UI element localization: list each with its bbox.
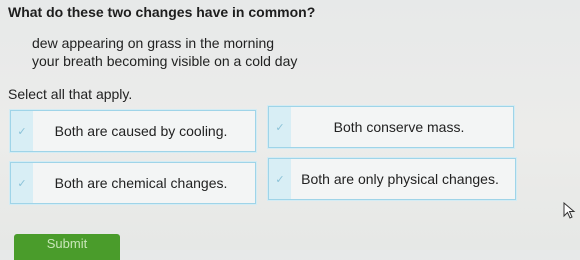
choice-label: Both are chemical changes. <box>54 175 228 191</box>
changes-list: dew appearing on grass in the morning yo… <box>32 34 297 70</box>
choice-physical-changes[interactable]: ✓ Both are only physical changes. <box>268 158 516 200</box>
check-icon: ✓ <box>11 163 33 203</box>
choice-label: Both are caused by cooling. <box>54 123 228 139</box>
choice-caused-by-cooling[interactable]: ✓ Both are caused by cooling. <box>10 110 256 152</box>
change-item-1: dew appearing on grass in the morning <box>32 35 275 51</box>
choice-conserve-mass[interactable]: ✓ Both conserve mass. <box>268 106 514 148</box>
change-item-2: your breath becoming visible on a cold d… <box>32 53 298 69</box>
choice-label: Both conserve mass. <box>333 119 465 135</box>
submit-button[interactable]: Submit <box>14 234 120 260</box>
check-icon: ✓ <box>269 159 291 199</box>
check-icon: ✓ <box>269 107 291 147</box>
question-text: What do these two changes have in common… <box>8 4 316 20</box>
check-icon: ✓ <box>11 111 33 151</box>
choice-label: Both are only physical changes. <box>301 171 499 187</box>
instruction-text: Select all that apply. <box>8 86 133 102</box>
choice-chemical-changes[interactable]: ✓ Both are chemical changes. <box>10 162 256 204</box>
mouse-cursor-icon <box>563 202 576 219</box>
